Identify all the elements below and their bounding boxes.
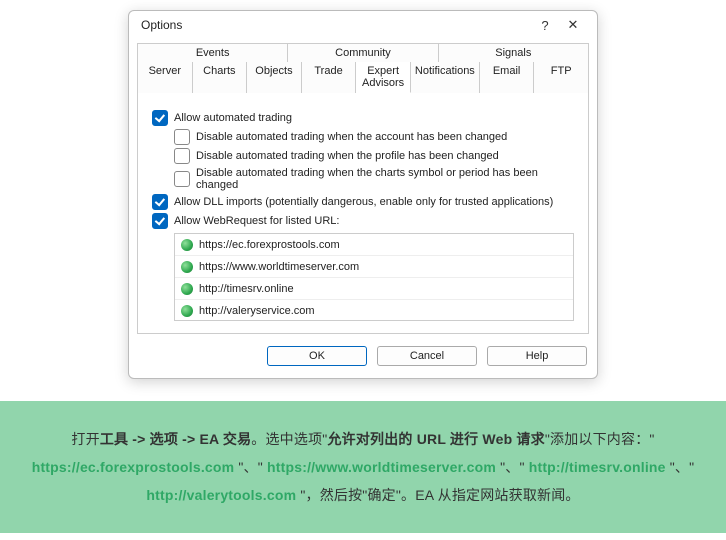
text: "、" <box>234 459 267 475</box>
option-name: 允许对列出的 URL 进行 Web 请求 <box>327 431 544 447</box>
globe-icon <box>181 305 193 317</box>
option-label: Allow DLL imports (potentially dangerous… <box>174 196 553 208</box>
tab-trade[interactable]: Trade <box>302 62 357 93</box>
option-row: Disable automated trading when the accou… <box>174 129 574 145</box>
titlebar: Options ? ✕ <box>129 11 597 39</box>
globe-icon <box>181 239 193 251</box>
checkbox[interactable] <box>152 213 168 229</box>
url-link: https://ec.forexprostools.com <box>32 459 235 475</box>
text: 打开 <box>71 431 99 447</box>
url-text: http://valeryservice.com <box>199 305 315 317</box>
option-row: Disable automated trading when the chart… <box>174 167 574 191</box>
tab-panel-expert-advisors: Allow automated trading Disable automated… <box>137 92 589 334</box>
checkbox[interactable] <box>174 129 190 145</box>
option-row: Allow WebRequest for listed URL: <box>152 213 574 229</box>
text: "，然后按"确定"。EA 从指定网站获取新闻。 <box>296 487 579 503</box>
instruction-panel: 打开工具 -> 选项 -> EA 交易。选中选项"允许对列出的 URL 进行 W… <box>0 401 726 533</box>
menu-path: 工具 -> 选项 -> EA 交易 <box>100 431 251 447</box>
checkbox[interactable] <box>152 194 168 210</box>
tab-expert-advisors[interactable]: Expert Advisors <box>356 62 411 93</box>
tabs: EventsCommunitySignals ServerChartsObjec… <box>129 39 597 334</box>
text: 。选中选项" <box>251 431 327 447</box>
url-link: https://www.worldtimeserver.com <box>267 459 496 475</box>
tab-notifications[interactable]: Notifications <box>411 62 480 93</box>
option-label: Disable automated trading when the accou… <box>196 131 507 143</box>
dialog-title: Options <box>141 18 531 32</box>
url-list[interactable]: https://ec.forexprostools.com https://www… <box>174 233 574 321</box>
options-dialog: Options ? ✕ EventsCommunitySignals Serve… <box>128 10 598 379</box>
url-text: https://ec.forexprostools.com <box>199 239 340 251</box>
checkbox[interactable] <box>174 171 190 187</box>
dialog-buttons: OK Cancel Help <box>129 334 597 378</box>
globe-icon <box>181 283 193 295</box>
url-link: http://timesrv.online <box>529 459 666 475</box>
url-text: http://timesrv.online <box>199 283 294 295</box>
tab-ftp[interactable]: FTP <box>534 62 589 93</box>
ok-button[interactable]: OK <box>267 346 367 366</box>
tab-charts[interactable]: Charts <box>193 62 248 93</box>
text: "、" <box>496 459 529 475</box>
url-text: https://www.worldtimeserver.com <box>199 261 359 273</box>
url-item[interactable]: http://timesrv.online <box>175 278 573 300</box>
option-label: Disable automated trading when the profi… <box>196 150 499 162</box>
option-label: Allow automated trading <box>174 112 292 124</box>
checkbox[interactable] <box>152 110 168 126</box>
url-item[interactable]: http://valeryservice.com <box>175 300 573 321</box>
checkbox[interactable] <box>174 148 190 164</box>
tab-objects[interactable]: Objects <box>247 62 302 93</box>
option-row: Disable automated trading when the profi… <box>174 148 574 164</box>
url-item[interactable]: https://ec.forexprostools.com <box>175 234 573 256</box>
tab-community[interactable]: Community <box>288 43 438 62</box>
option-row: Allow DLL imports (potentially dangerous… <box>152 194 574 210</box>
text: "、" <box>666 459 695 475</box>
cancel-button[interactable]: Cancel <box>377 346 477 366</box>
url-item[interactable]: https://www.worldtimeserver.com <box>175 256 573 278</box>
tab-signals[interactable]: Signals <box>439 43 589 62</box>
url-link: http://valerytools.com <box>146 487 296 503</box>
help-button-bottom[interactable]: Help <box>487 346 587 366</box>
option-label: Disable automated trading when the chart… <box>196 167 574 191</box>
help-button[interactable]: ? <box>531 18 559 33</box>
text: "添加以下内容：" <box>545 431 655 447</box>
tab-server[interactable]: Server <box>137 62 193 93</box>
option-label: Allow WebRequest for listed URL: <box>174 215 339 227</box>
globe-icon <box>181 261 193 273</box>
tab-email[interactable]: Email <box>480 62 535 93</box>
close-button[interactable]: ✕ <box>559 17 587 33</box>
option-row: Allow automated trading <box>152 110 574 126</box>
tab-events[interactable]: Events <box>137 43 288 62</box>
